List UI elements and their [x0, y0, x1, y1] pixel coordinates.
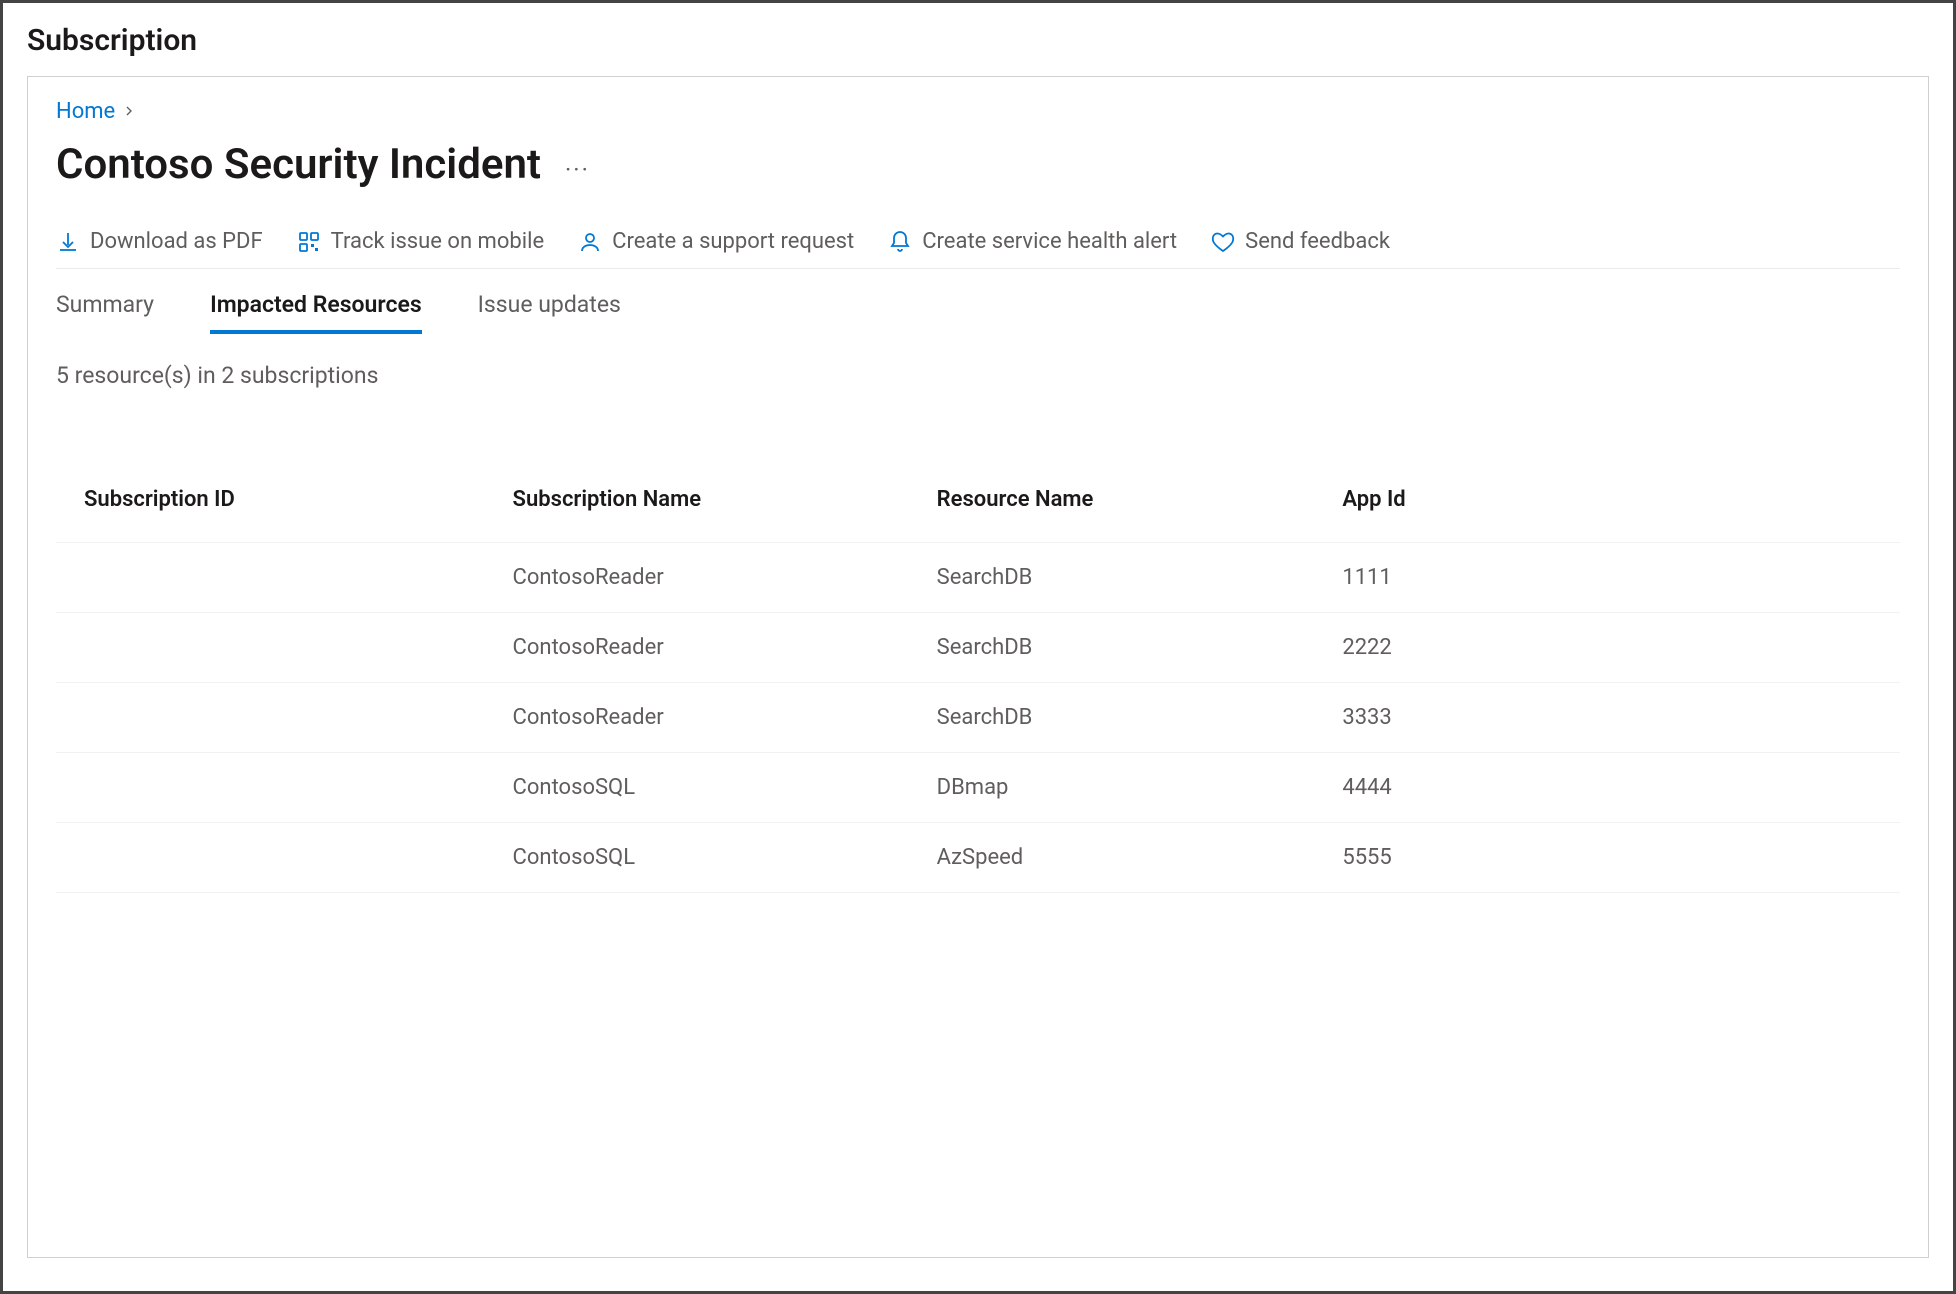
cell-resource-name: SearchDB	[923, 613, 1329, 683]
col-header-app-id[interactable]: App Id	[1328, 469, 1900, 543]
create-support-request-label: Create a support request	[612, 229, 854, 254]
download-icon	[56, 230, 80, 254]
tab-bar: Summary Impacted Resources Issue updates	[56, 269, 1900, 334]
create-health-alert-label: Create service health alert	[922, 229, 1177, 254]
cell-app-id: 2222	[1328, 613, 1900, 683]
send-feedback-label: Send feedback	[1245, 229, 1390, 254]
tab-issue-updates[interactable]: Issue updates	[478, 287, 621, 334]
breadcrumb: Home	[56, 95, 1900, 136]
download-pdf-label: Download as PDF	[90, 229, 263, 254]
cell-subscription-id	[56, 543, 499, 613]
cell-subscription-id	[56, 683, 499, 753]
table-row[interactable]: ContosoSQLAzSpeed5555	[56, 823, 1900, 893]
breadcrumb-home-link[interactable]: Home	[56, 99, 115, 124]
cell-subscription-id	[56, 753, 499, 823]
table-row[interactable]: ContosoReaderSearchDB2222	[56, 613, 1900, 683]
create-health-alert-button[interactable]: Create service health alert	[888, 229, 1177, 254]
command-bar: Download as PDF Track issue on mobile Cr…	[56, 219, 1900, 269]
track-mobile-button[interactable]: Track issue on mobile	[297, 229, 544, 254]
cell-subscription-id	[56, 823, 499, 893]
tab-summary[interactable]: Summary	[56, 287, 154, 334]
cell-subscription-id	[56, 613, 499, 683]
table-row[interactable]: ContosoReaderSearchDB3333	[56, 683, 1900, 753]
content-panel: Home Contoso Security Incident ··· Downl…	[27, 76, 1929, 1258]
col-header-subscription-name[interactable]: Subscription Name	[499, 469, 923, 543]
page-heading-row: Contoso Security Incident ···	[56, 136, 1900, 219]
col-header-resource-name[interactable]: Resource Name	[923, 469, 1329, 543]
send-feedback-button[interactable]: Send feedback	[1211, 229, 1390, 254]
page-title: Contoso Security Incident	[56, 140, 541, 189]
table-row[interactable]: ContosoReaderSearchDB1111	[56, 543, 1900, 613]
heart-icon	[1211, 230, 1235, 254]
cell-app-id: 4444	[1328, 753, 1900, 823]
cell-app-id: 5555	[1328, 823, 1900, 893]
tab-impacted-resources[interactable]: Impacted Resources	[210, 287, 422, 334]
col-header-subscription-id[interactable]: Subscription ID	[56, 469, 499, 543]
impacted-resources-table: Subscription ID Subscription Name Resour…	[56, 469, 1900, 893]
chevron-right-icon	[121, 100, 137, 124]
resource-count-status: 5 resource(s) in 2 subscriptions	[56, 358, 1900, 429]
cell-app-id: 1111	[1328, 543, 1900, 613]
cell-subscription-name: ContosoSQL	[499, 753, 923, 823]
download-pdf-button[interactable]: Download as PDF	[56, 229, 263, 254]
table-header-row: Subscription ID Subscription Name Resour…	[56, 469, 1900, 543]
cell-resource-name: AzSpeed	[923, 823, 1329, 893]
cell-subscription-name: ContosoSQL	[499, 823, 923, 893]
more-actions-button[interactable]: ···	[565, 146, 590, 184]
track-mobile-label: Track issue on mobile	[331, 229, 544, 254]
cell-resource-name: SearchDB	[923, 683, 1329, 753]
window-title: Subscription	[27, 21, 1929, 76]
table-row[interactable]: ContosoSQLDBmap4444	[56, 753, 1900, 823]
cell-resource-name: SearchDB	[923, 543, 1329, 613]
create-support-request-button[interactable]: Create a support request	[578, 229, 854, 254]
bell-icon	[888, 230, 912, 254]
qr-code-icon	[297, 230, 321, 254]
cell-app-id: 3333	[1328, 683, 1900, 753]
cell-subscription-name: ContosoReader	[499, 683, 923, 753]
cell-resource-name: DBmap	[923, 753, 1329, 823]
cell-subscription-name: ContosoReader	[499, 613, 923, 683]
cell-subscription-name: ContosoReader	[499, 543, 923, 613]
person-icon	[578, 230, 602, 254]
